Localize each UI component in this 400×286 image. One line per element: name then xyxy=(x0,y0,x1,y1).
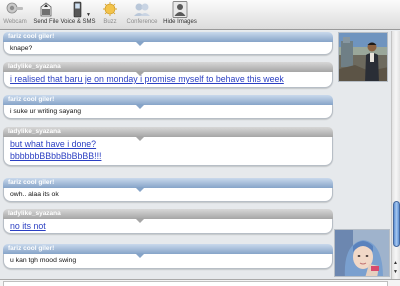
message-sender-header: ladylike_syazana xyxy=(3,209,333,223)
sender-name: fariz cool giler! xyxy=(8,33,55,40)
conference-label: Conference xyxy=(126,19,158,25)
message-text: owh.. alaa its ok xyxy=(10,191,59,198)
conference-button[interactable]: Conference xyxy=(124,1,160,29)
sender-name: ladylike_syazana xyxy=(8,210,61,217)
hide-images-icon xyxy=(170,1,190,18)
scrollbar-thumb[interactable] xyxy=(393,201,400,247)
message-sender-header: fariz cool giler! xyxy=(3,95,333,109)
message-sender-header: fariz cool giler! xyxy=(3,178,333,192)
message-text: i realised that baru je on monday i prom… xyxy=(10,74,284,84)
scroll-up-arrow-icon[interactable]: ▲ xyxy=(393,260,398,266)
buzz-button[interactable]: Buzz xyxy=(99,1,121,29)
chat-scrollbar[interactable]: ▲ ▼ xyxy=(391,31,400,279)
send-file-label: Send File xyxy=(33,19,59,25)
message-bubble: ladylike_syazana i realised that baru je… xyxy=(3,62,333,88)
message-sender-header: fariz cool giler! xyxy=(3,32,333,46)
message-bubble: fariz cool giler! i suke ur writing saya… xyxy=(3,95,333,119)
sender-name: fariz cool giler! xyxy=(8,96,55,103)
send-file-button[interactable]: Send File xyxy=(31,1,61,29)
webcam-label: Webcam xyxy=(3,19,27,25)
message-bubble: fariz cool giler! knape? xyxy=(3,32,333,55)
send-file-icon xyxy=(36,1,56,18)
sender-name: ladylike_syazana xyxy=(8,63,61,70)
chat-transcript[interactable]: fariz cool giler! knape? ladylike_syazan… xyxy=(0,31,400,279)
voice-sms-button[interactable]: Voice & SMS ▼ xyxy=(60,1,96,29)
message-text: bbbbbbBBbbBbBbBB!!! xyxy=(10,151,102,161)
voice-sms-icon xyxy=(68,1,88,18)
buzz-icon xyxy=(100,1,120,18)
message-text: i suke ur writing sayang xyxy=(10,108,82,115)
message-text: no its not xyxy=(10,221,46,231)
chat-toolbar: Webcam Send File Voice & SMS ▼ Buzz Conf… xyxy=(0,0,400,30)
sender-name: fariz cool giler! xyxy=(8,245,55,252)
message-input-area xyxy=(0,279,400,286)
message-sender-header: ladylike_syazana xyxy=(3,62,333,76)
message-bubble: ladylike_syazana no its not xyxy=(3,209,333,234)
message-input[interactable] xyxy=(3,281,388,286)
message-bubble: fariz cool giler! u kan tgh mood swing xyxy=(3,244,333,269)
webcam-icon xyxy=(5,1,25,18)
hide-images-button[interactable]: Hide Images xyxy=(163,1,197,29)
sender-name: ladylike_syazana xyxy=(8,128,61,135)
message-sender-header: fariz cool giler! xyxy=(3,244,333,258)
chevron-down-icon[interactable]: ▼ xyxy=(86,12,91,18)
message-bubble: ladylike_syazana but what have i done? b… xyxy=(3,127,333,166)
message-bubble: fariz cool giler! owh.. alaa its ok xyxy=(3,178,333,202)
message-text: but what have i done? xyxy=(10,139,97,149)
message-text: u kan tgh mood swing xyxy=(10,257,77,264)
sender-name: fariz cool giler! xyxy=(8,179,55,186)
voice-sms-label: Voice & SMS xyxy=(60,19,96,25)
scroll-down-arrow-icon[interactable]: ▼ xyxy=(393,269,398,275)
webcam-button[interactable]: Webcam xyxy=(2,1,28,29)
buddy-avatar xyxy=(338,32,388,82)
hide-images-label: Hide Images xyxy=(163,19,197,25)
message-text: knape? xyxy=(10,45,33,52)
buzz-label: Buzz xyxy=(103,19,117,25)
conference-icon xyxy=(132,1,152,18)
user-avatar xyxy=(334,229,390,277)
message-sender-header: ladylike_syazana xyxy=(3,127,333,141)
